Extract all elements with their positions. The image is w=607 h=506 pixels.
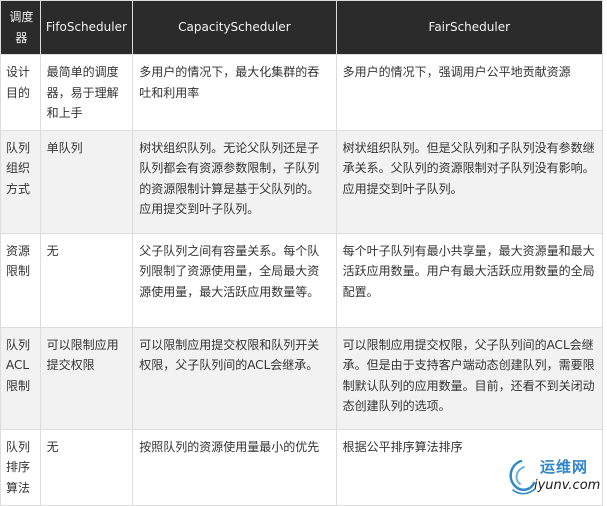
- row-label: 资源限制: [0, 232, 41, 328]
- header-capacity: CapacityScheduler: [132, 0, 337, 55]
- capacity-cell: 父子队列之间有容量关系。每个队列限制了资源使用量，全局最大资源使用量，最大活跃应…: [132, 232, 337, 328]
- fair-cell: 根据公平排序算法排序: [335, 428, 604, 506]
- row-label: 队列ACL限制: [0, 326, 41, 430]
- table-row: 设计目的 最简单的调度器，易于理解和上手 多用户的情况下，最大化集群的吞吐和利用…: [0, 54, 604, 131]
- fifo-cell: 单队列: [39, 129, 134, 234]
- header-fifo: FifoScheduler: [39, 0, 134, 55]
- header-fair: FairScheduler: [335, 0, 604, 55]
- table-row: 资源限制 无 父子队列之间有容量关系。每个队列限制了资源使用量，全局最大资源使用…: [0, 232, 604, 328]
- capacity-cell: 树状组织队列。无论父队列还是子队列都会有资源参数限制，子队列的资源限制计算是基于…: [132, 129, 337, 234]
- capacity-cell: 多用户的情况下，最大化集群的吞吐和利用率: [132, 54, 337, 131]
- fifo-cell: 无: [39, 232, 134, 328]
- fair-cell: 每个叶子队列有最小共享量，最大资源量和最大活跃应用数量。用户有最大活跃应用数量的…: [335, 232, 604, 328]
- row-label: 队列排序算法: [0, 428, 41, 506]
- table-row: 队列ACL限制 可以限制应用提交权限 可以限制应用提交权限和队列开关权限，父子队…: [0, 326, 604, 430]
- row-label: 设计目的: [0, 54, 41, 131]
- table-row: 队列排序算法 无 按照队列的资源使用量最小的优先 根据公平排序算法排序: [0, 428, 604, 506]
- scheduler-comparison-table: 调度器 FifoScheduler CapacityScheduler Fair…: [0, 0, 604, 506]
- header-row: 调度器 FifoScheduler CapacityScheduler Fair…: [0, 0, 604, 55]
- fair-cell: 树状组织队列。但是父队列和子队列没有参数继承关系。父队列的资源限制对子队列没有影…: [335, 129, 604, 234]
- table-row: 队列组织方式 单队列 树状组织队列。无论父队列还是子队列都会有资源参数限制，子队…: [0, 129, 604, 234]
- fifo-cell: 可以限制应用提交权限: [39, 326, 134, 430]
- capacity-cell: 可以限制应用提交权限和队列开关权限，父子队列间的ACL会继承。: [132, 326, 337, 430]
- fifo-cell: 无: [39, 428, 134, 506]
- fifo-cell: 最简单的调度器，易于理解和上手: [39, 54, 134, 131]
- row-label: 队列组织方式: [0, 129, 41, 234]
- capacity-cell: 按照队列的资源使用量最小的优先: [132, 428, 337, 506]
- header-scheduler: 调度器: [0, 0, 41, 55]
- fair-cell: 可以限制应用提交权限，父子队列间的ACL会继承。但是由于支持客户端动态创建队列，…: [335, 326, 604, 430]
- fair-cell: 多用户的情况下，强调用户公平地贡献资源: [335, 54, 604, 131]
